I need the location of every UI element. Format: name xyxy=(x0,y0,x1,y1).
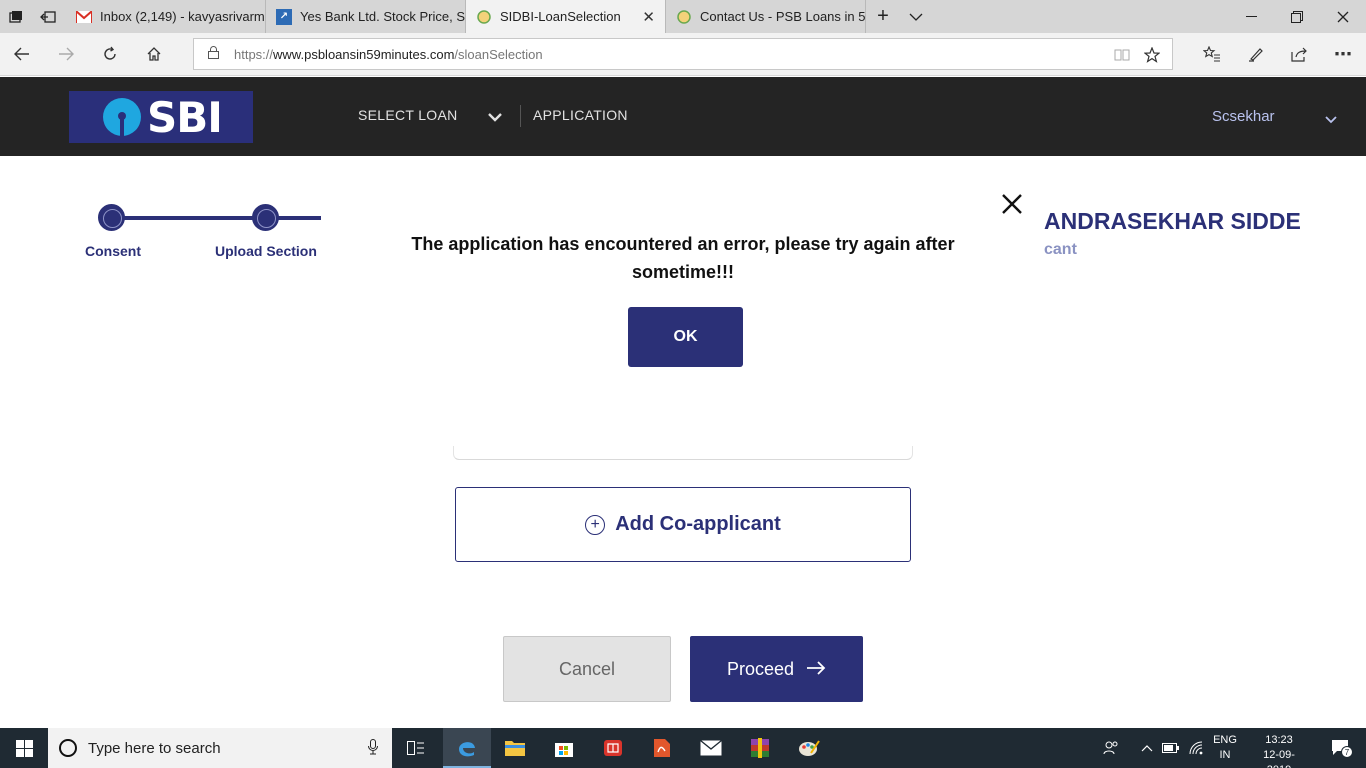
tab-title: Yes Bank Ltd. Stock Price, Sh xyxy=(300,9,466,24)
tab-title: Contact Us - PSB Loans in 5 xyxy=(700,9,866,24)
pdf-reader-icon[interactable] xyxy=(638,728,686,768)
close-tab-icon[interactable]: ✕ xyxy=(642,8,655,26)
add-coapplicant-label: Add Co-applicant xyxy=(615,513,781,535)
url-host: www.psbloansin59minutes.com xyxy=(273,46,455,62)
back-icon[interactable] xyxy=(6,39,38,69)
new-tab-icon[interactable]: + xyxy=(866,0,900,33)
winrar-icon[interactable] xyxy=(736,728,784,768)
psb-icon xyxy=(676,9,692,25)
step-consent-dot[interactable] xyxy=(98,204,125,231)
lang-code: ENG xyxy=(1213,734,1237,746)
address-bar[interactable]: https://www.psbloansin59minutes.com/sloa… xyxy=(193,38,1173,70)
windows-start-icon[interactable] xyxy=(0,728,48,768)
lock-icon[interactable] xyxy=(208,46,222,62)
wifi-icon[interactable] xyxy=(1186,728,1208,768)
moneycontrol-icon: ↗ xyxy=(276,8,292,25)
clock-date: 12-09-2019 xyxy=(1263,749,1295,768)
battery-icon[interactable] xyxy=(1160,728,1182,768)
home-icon[interactable] xyxy=(138,39,170,69)
psb-icon xyxy=(476,9,492,25)
cancel-button[interactable]: Cancel xyxy=(503,636,671,702)
tab-title: Inbox (2,149) - kavyasrivarm xyxy=(100,9,265,24)
system-clock[interactable]: 13:23 12-09-2019 xyxy=(1252,733,1306,768)
proceed-label: Proceed xyxy=(726,658,795,679)
store-icon[interactable] xyxy=(540,728,588,768)
step-upload-label: Upload Section xyxy=(215,243,317,259)
add-coapplicant-button[interactable]: + Add Co-applicant xyxy=(455,487,911,562)
tab-sidbi-loanselection[interactable]: SIDBI-LoanSelection ✕ xyxy=(466,0,666,33)
ok-button[interactable]: OK xyxy=(628,307,743,367)
url-scheme: https:// xyxy=(234,46,274,62)
step-upload-dot[interactable] xyxy=(252,204,279,231)
forward-icon[interactable] xyxy=(50,39,82,69)
site-header: SBI SELECT LOAN APPLICATION Scsekhar xyxy=(0,77,1366,156)
tab-contact-us[interactable]: Contact Us - PSB Loans in 5 xyxy=(666,0,866,33)
task-view-icon[interactable] xyxy=(392,728,440,768)
minimize-icon[interactable] xyxy=(1228,0,1274,33)
applicant-role: cant xyxy=(1044,241,1077,258)
restore-icon[interactable] xyxy=(1274,0,1320,33)
logo-text: SBI xyxy=(147,92,223,142)
file-explorer-icon[interactable] xyxy=(491,728,539,768)
clock-time: 13:23 xyxy=(1265,734,1293,746)
step-consent-label: Consent xyxy=(85,243,141,259)
lang-region: IN xyxy=(1219,749,1231,761)
nav-select-loan[interactable]: SELECT LOAN xyxy=(358,107,458,123)
notes-pen-icon[interactable] xyxy=(1240,39,1272,69)
stepper-progress-line xyxy=(111,216,321,220)
mail-icon[interactable] xyxy=(687,728,735,768)
url-text: https://www.psbloansin59minutes.com/sloa… xyxy=(234,47,543,62)
error-dialog: The application has encountered an error… xyxy=(380,180,1028,394)
chevron-down-icon[interactable] xyxy=(487,109,503,127)
input-language[interactable]: ENG IN xyxy=(1212,733,1238,763)
tab-yes-bank[interactable]: ↗ Yes Bank Ltd. Stock Price, Sh xyxy=(266,0,466,33)
error-message: The application has encountered an error… xyxy=(411,234,955,282)
set-tabs-aside-icon[interactable] xyxy=(32,0,64,33)
tab-actions-icon[interactable] xyxy=(0,0,32,33)
paint-icon[interactable] xyxy=(785,728,833,768)
browser-tab-strip: Inbox (2,149) - kavyasrivarm ↗ Yes Bank … xyxy=(0,0,1366,33)
browser-nav-bar: https://www.psbloansin59minutes.com/sloa… xyxy=(0,33,1366,76)
user-menu-name[interactable]: Scsekhar xyxy=(1212,108,1275,125)
reading-view-icon[interactable] xyxy=(1112,45,1132,65)
gmail-icon xyxy=(76,9,92,25)
refresh-icon[interactable] xyxy=(94,39,126,69)
close-window-icon[interactable] xyxy=(1320,0,1366,33)
applicant-name: ANDRASEKHAR SIDDE xyxy=(1044,208,1301,234)
edge-browser-icon[interactable] xyxy=(443,728,491,768)
chevron-up-icon[interactable] xyxy=(1136,728,1158,768)
user-menu-chevron-icon[interactable] xyxy=(1324,111,1338,129)
close-icon[interactable] xyxy=(1000,192,1024,216)
url-path: /sloanSelection xyxy=(454,46,543,62)
favorites-hub-icon[interactable] xyxy=(1196,39,1228,69)
notification-count: 7 xyxy=(1345,748,1350,757)
tab-preview-chevron-icon[interactable] xyxy=(900,0,932,33)
search-placeholder: Type here to search xyxy=(88,739,221,757)
favorite-star-icon[interactable] xyxy=(1142,45,1162,65)
windows-taskbar: Type here to search ENG IN 13:23 12-09- … xyxy=(0,728,1366,768)
tab-title: SIDBI-LoanSelection xyxy=(500,9,621,24)
applicant-card-bottom xyxy=(453,446,913,460)
arrow-right-icon xyxy=(806,658,826,681)
microphone-icon[interactable] xyxy=(368,739,378,758)
nav-application[interactable]: APPLICATION xyxy=(533,107,628,123)
cortana-icon xyxy=(59,739,77,757)
share-icon[interactable] xyxy=(1283,39,1315,69)
proceed-button[interactable]: Proceed xyxy=(690,636,863,702)
more-options-icon[interactable]: ⋯ xyxy=(1327,39,1359,69)
action-center-icon[interactable]: 7 xyxy=(1318,728,1366,768)
sbi-logo-mark-icon xyxy=(103,98,141,136)
add-circle-icon: + xyxy=(585,514,606,535)
sbi-logo[interactable]: SBI xyxy=(69,91,253,143)
tab-gmail[interactable]: Inbox (2,149) - kavyasrivarm xyxy=(66,0,266,33)
ebook-reader-icon[interactable] xyxy=(589,728,637,768)
people-icon[interactable] xyxy=(1098,728,1124,768)
nav-divider xyxy=(520,105,521,127)
taskbar-search-box[interactable]: Type here to search xyxy=(48,728,392,768)
